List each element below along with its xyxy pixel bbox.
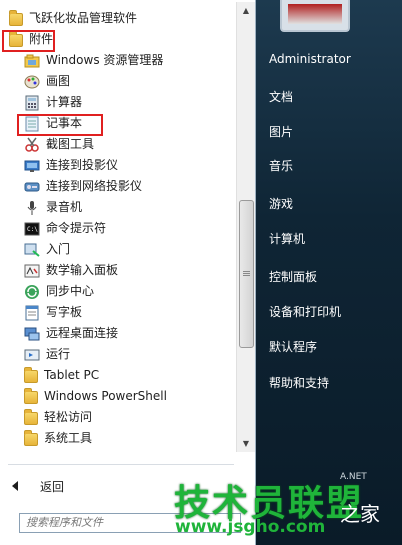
programs-list: 飞跃化妆品管理软件 附件 Windows 资源管理器 画图 计算器 记事本 截图… bbox=[0, 8, 236, 452]
item-remote-desktop[interactable]: 远程桌面连接 bbox=[0, 323, 236, 344]
scroll-thumb[interactable] bbox=[239, 200, 254, 348]
math-input-icon bbox=[24, 263, 40, 279]
item-getting-started[interactable]: 入门 bbox=[0, 239, 236, 260]
folder-system-tools[interactable]: 系统工具 bbox=[0, 428, 236, 449]
microphone-icon bbox=[24, 200, 40, 216]
item-label: 录音机 bbox=[46, 200, 83, 214]
folder-windows-powershell[interactable]: Windows PowerShell bbox=[0, 386, 236, 407]
back-button[interactable]: 返回 bbox=[12, 476, 64, 496]
divider bbox=[8, 464, 234, 465]
notepad-icon bbox=[24, 116, 40, 132]
item-label: 远程桌面连接 bbox=[46, 326, 119, 340]
folder-feiyue[interactable]: 飞跃化妆品管理软件 bbox=[0, 8, 236, 29]
right-item-pictures[interactable]: 图片 bbox=[269, 123, 293, 140]
item-connect-projector[interactable]: 连接到投影仪 bbox=[0, 155, 236, 176]
item-label: 入门 bbox=[46, 242, 71, 256]
scroll-up-arrow-icon[interactable]: ▲ bbox=[237, 2, 255, 19]
item-run[interactable]: 运行 bbox=[0, 344, 236, 365]
programs-pane: 飞跃化妆品管理软件 附件 Windows 资源管理器 画图 计算器 记事本 截图… bbox=[0, 0, 256, 545]
item-windows-explorer[interactable]: Windows 资源管理器 bbox=[0, 50, 236, 71]
folder-icon bbox=[24, 367, 38, 383]
run-icon bbox=[24, 347, 40, 363]
item-label: 连接到网络投影仪 bbox=[46, 179, 143, 193]
right-item-documents[interactable]: 文档 bbox=[269, 88, 293, 105]
right-item-default-programs[interactable]: 默认程序 bbox=[269, 338, 317, 355]
item-sound-recorder[interactable]: 录音机 bbox=[0, 197, 236, 218]
item-label: Windows PowerShell bbox=[44, 389, 167, 403]
item-command-prompt[interactable]: C:\ 命令提示符 bbox=[0, 218, 236, 239]
back-label: 返回 bbox=[40, 479, 65, 494]
item-label: 连接到投影仪 bbox=[46, 158, 119, 172]
item-label: 画图 bbox=[46, 74, 71, 88]
svg-text:C:\: C:\ bbox=[27, 226, 38, 233]
item-label: 计算器 bbox=[46, 95, 83, 109]
scissors-icon bbox=[24, 137, 40, 153]
network-projector-icon bbox=[24, 179, 40, 195]
folder-icon bbox=[24, 388, 38, 404]
right-item-games[interactable]: 游戏 bbox=[269, 195, 293, 212]
folder-icon bbox=[9, 31, 23, 47]
folder-tablet-pc[interactable]: Tablet PC bbox=[0, 365, 236, 386]
item-calculator[interactable]: 计算器 bbox=[0, 92, 236, 113]
scroll-down-arrow-icon[interactable]: ▼ bbox=[237, 435, 255, 452]
item-sync-center[interactable]: 同步中心 bbox=[0, 281, 236, 302]
projector-icon bbox=[24, 158, 40, 174]
paint-icon bbox=[24, 74, 40, 90]
item-snipping-tool[interactable]: 截图工具 bbox=[0, 134, 236, 155]
item-label: 飞跃化妆品管理软件 bbox=[29, 11, 138, 25]
item-math-input-panel[interactable]: 数学输入面板 bbox=[0, 260, 236, 281]
folder-icon bbox=[24, 409, 38, 425]
item-label: 系统工具 bbox=[44, 431, 93, 445]
item-label: 记事本 bbox=[46, 116, 83, 130]
right-item-music[interactable]: 音乐 bbox=[269, 157, 293, 174]
getting-started-icon bbox=[24, 242, 40, 258]
right-item-administrator[interactable]: Administrator bbox=[269, 52, 351, 66]
item-connect-network-projector[interactable]: 连接到网络投影仪 bbox=[0, 176, 236, 197]
calculator-icon bbox=[24, 95, 40, 111]
right-item-control-panel[interactable]: 控制面板 bbox=[269, 268, 317, 285]
item-label: 运行 bbox=[46, 347, 71, 361]
folder-icon bbox=[24, 430, 38, 446]
right-item-help-support[interactable]: 帮助和支持 bbox=[269, 374, 329, 391]
item-label: 写字板 bbox=[46, 305, 83, 319]
item-label: 附件 bbox=[29, 32, 54, 46]
folder-icon bbox=[9, 10, 23, 26]
programs-scrollbar[interactable]: ▲ ▼ bbox=[236, 2, 255, 452]
watermark-url: www.jsgho.com bbox=[175, 517, 326, 537]
item-label: 命令提示符 bbox=[46, 221, 107, 235]
cmd-icon: C:\ bbox=[24, 221, 40, 237]
item-wordpad[interactable]: 写字板 bbox=[0, 302, 236, 323]
item-notepad[interactable]: 记事本 bbox=[0, 113, 236, 134]
right-item-computer[interactable]: 计算机 bbox=[269, 230, 305, 247]
explorer-icon bbox=[24, 53, 40, 69]
back-arrow-icon bbox=[12, 481, 18, 491]
item-paint[interactable]: 画图 bbox=[0, 71, 236, 92]
right-item-devices-printers[interactable]: 设备和打印机 bbox=[269, 303, 341, 320]
watermark-suffix: 之家 bbox=[340, 502, 380, 526]
wordpad-icon bbox=[24, 305, 40, 321]
item-label: 截图工具 bbox=[46, 137, 95, 151]
item-label: 同步中心 bbox=[46, 284, 95, 298]
remote-desktop-icon bbox=[24, 326, 40, 342]
watermark-small: A.NET bbox=[340, 472, 367, 482]
item-label: Tablet PC bbox=[44, 368, 100, 382]
folder-accessories[interactable]: 附件 bbox=[0, 29, 236, 50]
item-label: 数学输入面板 bbox=[46, 263, 119, 277]
search-placeholder: 搜索程序和文件 bbox=[26, 516, 103, 529]
user-avatar[interactable] bbox=[280, 0, 350, 32]
places-pane: Administrator 文档 图片 音乐 游戏 计算机 控制面板 设备和打印… bbox=[256, 0, 402, 545]
item-label: 轻松访问 bbox=[44, 410, 93, 424]
folder-ease-of-access[interactable]: 轻松访问 bbox=[0, 407, 236, 428]
item-label: Windows 资源管理器 bbox=[46, 53, 164, 67]
sync-icon bbox=[24, 284, 40, 300]
